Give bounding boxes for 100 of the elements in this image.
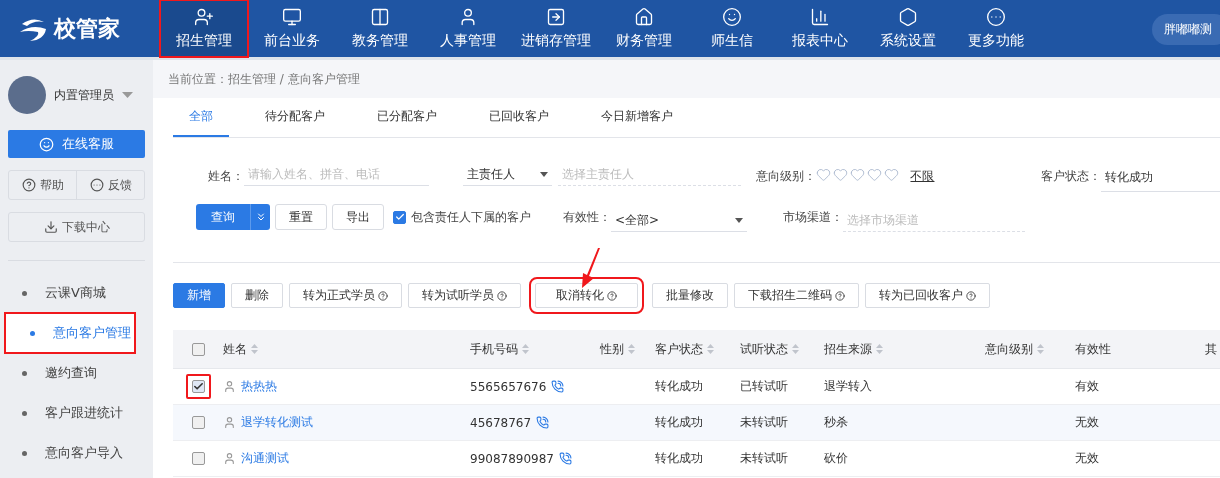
nav-icon	[898, 7, 918, 27]
heart-icon[interactable]	[866, 167, 882, 182]
column-header[interactable]: 其	[1203, 330, 1220, 368]
nav-item[interactable]: 财务管理	[600, 0, 688, 57]
checkbox[interactable]	[191, 342, 205, 356]
bullet-icon	[22, 450, 27, 456]
action-button[interactable]: 删除	[231, 283, 283, 308]
unlimited-link[interactable]: 不限	[910, 168, 935, 185]
checkbox[interactable]	[393, 210, 406, 224]
customer-name-link[interactable]: 热热热	[241, 378, 277, 395]
dropdown-caret-icon	[735, 218, 743, 223]
customer-name-link[interactable]: 退学转化测试	[241, 414, 313, 431]
nav-item[interactable]: 师生信	[688, 0, 776, 57]
table-cell: 无效	[1075, 414, 1099, 431]
column-header[interactable]: 性别	[598, 330, 653, 368]
user-pill[interactable]: 胖嘟嘟测	[1152, 14, 1220, 45]
column-header[interactable]: 客户状态	[653, 330, 738, 368]
online-service-button[interactable]: 在线客服	[8, 130, 145, 158]
nav-item[interactable]: 更多功能	[952, 0, 1040, 57]
heart-icon[interactable]	[883, 167, 899, 182]
phone-icon[interactable]	[559, 452, 572, 465]
nav-item[interactable]: 人事管理	[424, 0, 512, 57]
dropdown-caret-icon[interactable]	[122, 92, 133, 98]
help-icon	[607, 290, 617, 301]
sort-icon[interactable]	[251, 344, 258, 354]
checkbox-label: 包含责任人下属的客户	[411, 208, 531, 226]
nav-icon	[722, 7, 742, 27]
tab[interactable]: 今日新增客户	[585, 98, 689, 137]
heart-icon[interactable]	[815, 167, 831, 182]
column-header[interactable]: 试听状态	[738, 330, 822, 368]
sidebar-item[interactable]: 意向客户导入	[0, 433, 153, 473]
sort-icon[interactable]	[522, 344, 529, 354]
help-button[interactable]: 帮助	[9, 171, 76, 199]
sidebar-item[interactable]: 云课V商城	[0, 273, 153, 313]
tab[interactable]: 全部	[173, 98, 229, 137]
sidebar-item[interactable]: 意向客户管理	[5, 313, 135, 353]
status-select[interactable]: 转化成功	[1101, 164, 1220, 192]
tab[interactable]: 已分配客户	[361, 98, 453, 137]
nav-item[interactable]: 报表中心	[776, 0, 864, 57]
tab[interactable]: 已回收客户	[473, 98, 565, 137]
field-label: 姓名：	[208, 168, 244, 185]
checkbox[interactable]	[191, 416, 205, 429]
reset-button[interactable]: 重置	[275, 204, 327, 230]
dropdown-caret-icon	[539, 172, 548, 177]
person-icon	[223, 452, 236, 465]
user-name[interactable]: 内置管理员	[54, 86, 114, 104]
field-label: 有效性：	[563, 208, 611, 226]
query-button[interactable]: 查询	[196, 204, 250, 230]
checkbox[interactable]	[191, 380, 205, 393]
person-icon	[223, 380, 236, 393]
table-cell: 无效	[1075, 450, 1099, 467]
checkbox[interactable]	[191, 452, 205, 465]
action-button[interactable]: 转为已回收客户	[865, 283, 990, 308]
sidebar-item[interactable]: 邀约查询	[0, 353, 153, 393]
table-cell: 5565657676	[470, 379, 547, 394]
nav-item[interactable]: 教务管理	[336, 0, 424, 57]
column-header[interactable]: 手机号码	[468, 330, 598, 368]
chat-icon	[39, 136, 54, 152]
action-button[interactable]: 下载招生二维码	[734, 283, 859, 308]
help-icon	[835, 290, 845, 301]
table-cell: 转化成功	[655, 378, 703, 395]
bullet-icon	[22, 290, 27, 296]
nav-item[interactable]: 系统设置	[864, 0, 952, 57]
table-cell: 未转试听	[740, 414, 788, 431]
phone-icon[interactable]	[536, 416, 550, 429]
table-cell: 退学转入	[824, 378, 872, 395]
breadcrumb: 当前位置：招生管理 / 意向客户管理	[153, 60, 1220, 98]
help-icon	[497, 290, 507, 301]
sort-icon[interactable]	[628, 344, 635, 354]
action-button[interactable]: 转为试听学员	[408, 283, 521, 308]
phone-icon[interactable]	[551, 380, 565, 393]
heart-icon[interactable]	[849, 167, 865, 182]
expand-button[interactable]	[250, 204, 270, 230]
nav-item[interactable]: 进销存管理	[512, 0, 600, 57]
nav-item[interactable]: 前台业务	[248, 0, 336, 57]
column-header[interactable]: 姓名	[221, 330, 468, 368]
heart-icon[interactable]	[832, 167, 848, 182]
customer-name-link[interactable]: 沟通测试	[241, 450, 289, 467]
help-icon	[21, 178, 36, 192]
tab[interactable]: 待分配客户	[249, 98, 341, 137]
sort-icon[interactable]	[707, 344, 714, 354]
action-button[interactable]: 批量修改	[652, 283, 728, 308]
sidebar-item[interactable]: 客户跟进统计	[0, 393, 153, 433]
download-center-button[interactable]: 下载中心	[8, 212, 145, 242]
owner-select[interactable]: 主责任人	[462, 164, 552, 186]
sort-icon[interactable]	[792, 344, 799, 354]
nav-icon	[634, 7, 654, 27]
nav-item[interactable]: 招生管理	[160, 0, 248, 57]
column-header[interactable]: 有效性	[1073, 330, 1203, 368]
validity-select[interactable]: <全部>	[611, 210, 747, 232]
person-icon	[223, 416, 236, 429]
action-button[interactable]: 转为正式学员	[289, 283, 402, 308]
sort-icon[interactable]	[1037, 344, 1044, 354]
sort-icon[interactable]	[876, 344, 883, 354]
column-header[interactable]: 招生来源	[822, 330, 983, 368]
nav-icon	[370, 7, 390, 27]
feedback-button[interactable]: 反馈	[76, 171, 144, 199]
column-header[interactable]: 意向级别	[983, 330, 1073, 368]
action-button[interactable]: 新增	[173, 283, 225, 308]
export-button[interactable]: 导出	[332, 204, 384, 230]
